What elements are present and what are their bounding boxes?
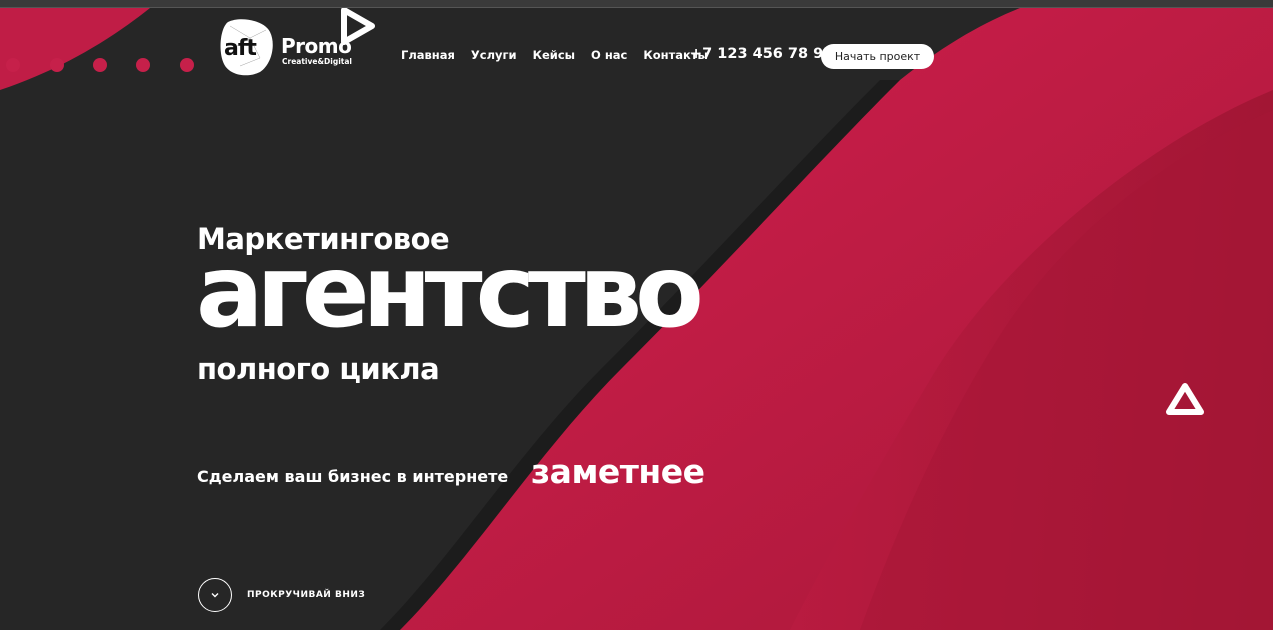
dot <box>136 58 150 72</box>
nav-item-about[interactable]: О нас <box>591 48 627 62</box>
page: aft Promo Creative&Digital Главная Услуг… <box>0 0 1273 630</box>
chevron-down-icon <box>211 593 219 598</box>
hero-tagline-accent: заметнее <box>531 452 705 491</box>
nav-item-cases[interactable]: Кейсы <box>533 48 575 62</box>
dot <box>50 58 64 72</box>
hero-heading-big: агентство <box>196 233 704 350</box>
phone-link[interactable]: +7 123 456 78 90 <box>690 46 833 62</box>
play-triangle-icon <box>341 7 375 45</box>
nav-item-home[interactable]: Главная <box>401 48 455 62</box>
dot <box>6 58 20 72</box>
decorative-dots <box>0 58 200 74</box>
main-nav: Главная Услуги Кейсы О нас Контакты <box>401 48 724 62</box>
logo-mark: aft <box>224 36 257 61</box>
scroll-down-label: ПРОКРУЧИВАЙ ВНИЗ <box>247 590 366 600</box>
logo[interactable]: aft Promo Creative&Digital <box>220 7 380 82</box>
dot <box>93 58 107 72</box>
nav-item-services[interactable]: Услуги <box>471 48 517 62</box>
start-project-button[interactable]: Начать проект <box>821 44 934 69</box>
scroll-down-button[interactable] <box>198 578 232 612</box>
triangle-outline-icon <box>1166 383 1204 415</box>
logo-subtitle: Creative&Digital <box>282 57 352 66</box>
hero-heading-line3: полного цикла <box>197 352 440 386</box>
hero-tagline: Сделаем ваш бизнес в интернете <box>197 467 509 486</box>
browser-top-strip <box>0 0 1273 8</box>
dot <box>180 58 194 72</box>
